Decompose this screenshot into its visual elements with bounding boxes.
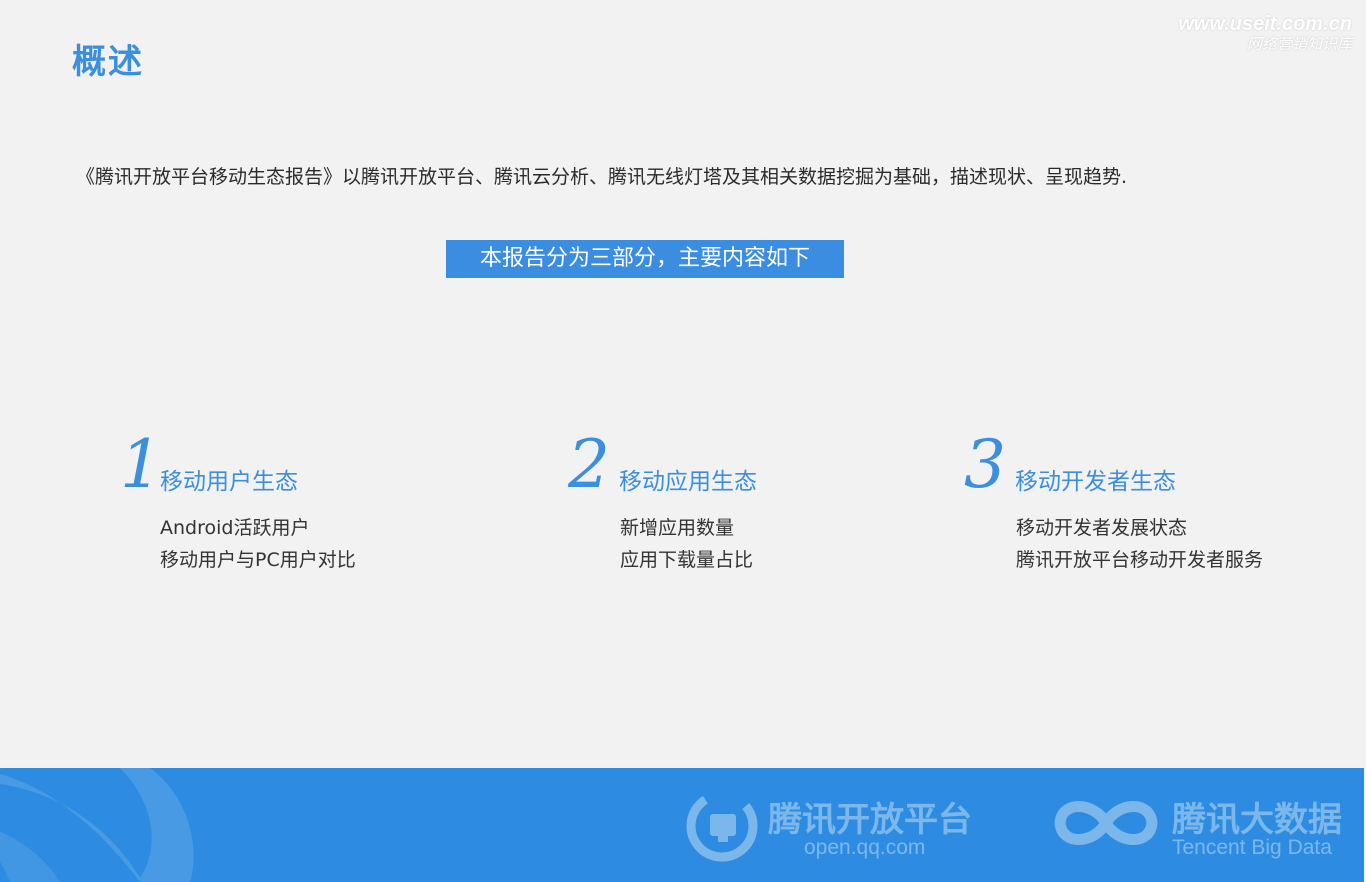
list-item: 移动用户与PC用户对比 xyxy=(160,549,356,571)
section-number: 2 xyxy=(568,426,610,503)
swirl-decoration-icon xyxy=(0,768,194,882)
page-title: 概述 xyxy=(72,42,144,82)
section-item-list: Android活跃用户 移动用户与PC用户对比 xyxy=(160,512,356,576)
list-item: Android活跃用户 xyxy=(160,517,310,539)
section-item-list: 移动开发者发展状态 腾讯开放平台移动开发者服务 xyxy=(1016,512,1263,576)
watermark: www.useit.com.cn 网络营销知识库 xyxy=(1178,12,1352,54)
section-heading: 移动开发者生态 xyxy=(1015,469,1176,495)
infinity-logo-icon xyxy=(1054,801,1158,845)
section-heading: 移动用户生态 xyxy=(160,469,298,495)
list-item: 应用下载量占比 xyxy=(620,549,754,571)
intro-text: 《腾讯开放平台移动生态报告》以腾讯开放平台、腾讯云分析、腾讯无线灯塔及其相关数据… xyxy=(76,166,1128,188)
section-item-list: 新增应用数量 应用下载量占比 xyxy=(620,512,753,576)
footer-bar: 腾讯开放平台 open.qq.com 腾讯大数据 Tencent Big Dat… xyxy=(0,768,1364,882)
section-number: 3 xyxy=(964,426,1006,503)
open-platform-logo-url: open.qq.com xyxy=(804,836,926,859)
list-item: 新增应用数量 xyxy=(620,517,735,539)
watermark-url: www.useit.com.cn xyxy=(1178,13,1352,35)
list-item: 移动开发者发展状态 xyxy=(1016,517,1188,539)
list-item: 腾讯开放平台移动开发者服务 xyxy=(1016,549,1264,571)
big-data-logo-subtitle: Tencent Big Data xyxy=(1172,836,1332,859)
section-heading: 移动应用生态 xyxy=(619,469,757,495)
big-data-logo-text: 腾讯大数据 xyxy=(1172,800,1342,840)
open-platform-logo-text: 腾讯开放平台 xyxy=(768,800,972,840)
summary-banner: 本报告分为三部分，主要内容如下 xyxy=(446,240,844,278)
open-platform-logo-icon xyxy=(686,790,758,862)
section-number: 1 xyxy=(120,426,162,503)
watermark-subtitle: 网络营销知识库 xyxy=(1246,36,1352,53)
